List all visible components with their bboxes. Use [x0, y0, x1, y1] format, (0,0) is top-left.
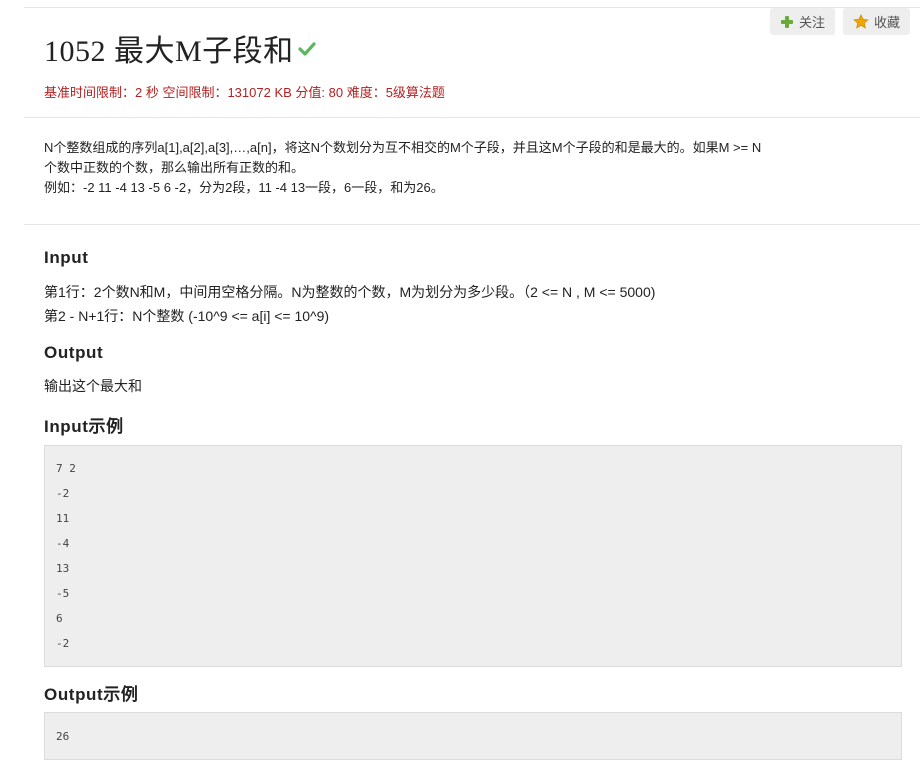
code-line: 26 — [56, 730, 70, 743]
code-line: -2 — [56, 487, 70, 500]
code-line: -2 — [56, 637, 70, 650]
statement-divider — [24, 224, 920, 225]
star-icon — [853, 14, 869, 29]
follow-button[interactable]: 关注 — [769, 8, 835, 35]
output-heading: Output — [44, 343, 104, 362]
code-line: -5 — [56, 587, 70, 600]
follow-label: 关注 — [798, 15, 825, 30]
output-example-heading: Output示例 — [44, 685, 139, 704]
output-line: 输出这个最大和 — [44, 378, 142, 394]
input-example-box: 7 2 -2 11 -4 13 -5 6 -2 — [44, 445, 902, 667]
input-line: 第2 - N+1行：N个整数 (-10^9 <= a[i] <= 10^9) — [44, 308, 330, 324]
code-line: 6 — [56, 612, 63, 625]
code-line: -4 — [56, 537, 70, 550]
input-line: 第1行：2个数N和M，中间用空格分隔。N为整数的个数，M为划分为多少段。（2 <… — [44, 284, 656, 300]
code-line: 7 2 — [56, 462, 76, 475]
page-title: 1052 最大M子段和 — [44, 35, 294, 68]
input-description: 第1行：2个数N和M，中间用空格分隔。N为整数的个数，M为划分为多少段。（2 <… — [44, 280, 655, 328]
output-description: 输出这个最大和 — [44, 374, 142, 398]
favorite-label: 收藏 — [873, 15, 900, 30]
input-example-heading: Input示例 — [44, 417, 124, 436]
code-line: 11 — [56, 512, 70, 525]
output-example-box: 26 — [44, 712, 902, 760]
check-icon — [298, 41, 316, 61]
favorite-button[interactable]: 收藏 — [842, 8, 910, 35]
header-divider — [24, 117, 920, 118]
input-heading: Input — [44, 248, 89, 267]
statement-line: N个整数组成的序列a[1],a[2],a[3],…,a[n]，将这N个数划分为互… — [44, 140, 762, 155]
statement-line: 个数中正数的个数，那么输出所有正数的和。 — [44, 160, 305, 175]
problem-header: 1052 最大M子段和 基准时间限制：2 秒 空间限制：131072 KB 分值… — [44, 26, 445, 101]
code-line: 13 — [56, 562, 70, 575]
problem-meta: 基准时间限制：2 秒 空间限制：131072 KB 分值: 80 难度：5级算法… — [44, 85, 445, 100]
statement-line: 例如：-2 11 -4 13 -5 6 -2，分为2段，11 -4 13一段，6… — [44, 180, 444, 195]
action-bar: 关注 收藏 — [769, 8, 910, 35]
plus-icon — [780, 15, 794, 29]
problem-statement: N个整数组成的序列a[1],a[2],a[3],…,a[n]，将这N个数划分为互… — [44, 138, 894, 198]
